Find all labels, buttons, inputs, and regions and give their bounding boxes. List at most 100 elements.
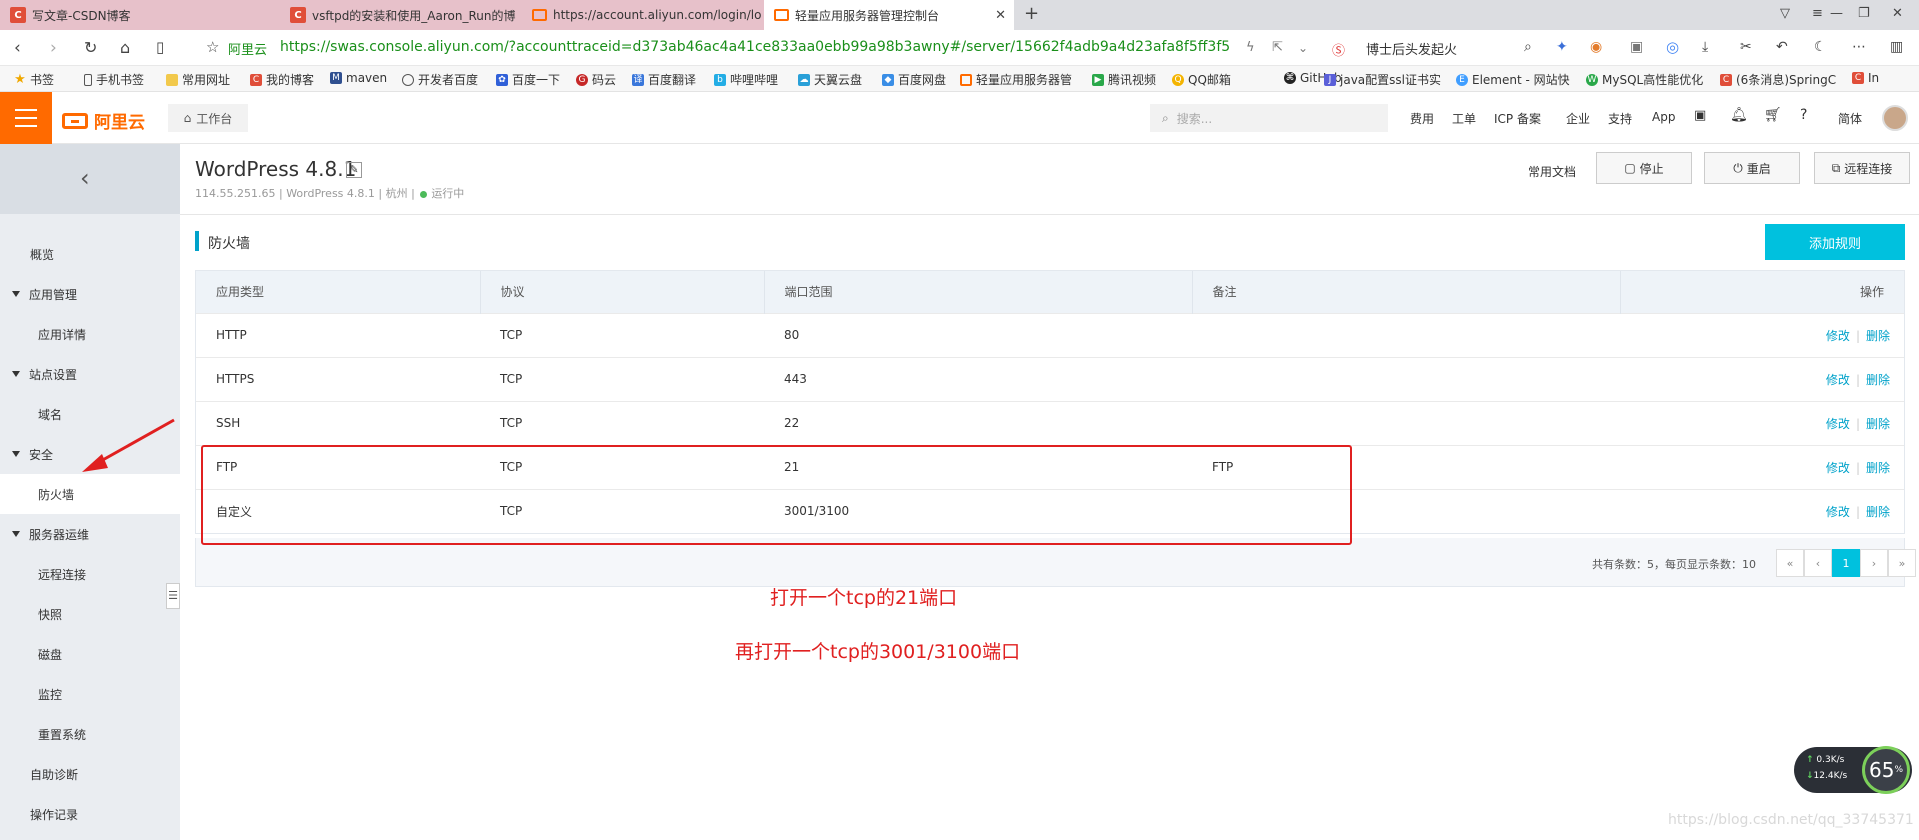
back-icon[interactable]: ‹ (14, 38, 21, 58)
avatar[interactable] (1882, 105, 1908, 131)
sidebar-item-remote-connect[interactable]: 远程连接 (0, 554, 180, 594)
lightning-icon[interactable]: ϟ (1246, 40, 1255, 55)
delete-link[interactable]: 删除 (1866, 505, 1890, 519)
search-icon[interactable]: ⌕ (1524, 39, 1532, 55)
sidebar-item-snapshot[interactable]: 快照 (0, 594, 180, 634)
bookmark-item[interactable]: G 码云 (576, 71, 616, 88)
undo-icon[interactable]: ↶ (1776, 39, 1788, 55)
bell-icon[interactable]: 🔔︎ (1730, 107, 1748, 123)
edit-link[interactable]: 修改 (1826, 373, 1850, 387)
menu-icon[interactable] (0, 92, 52, 144)
nav-icp[interactable]: ICP 备案 (1494, 110, 1541, 127)
restore-icon[interactable]: ❐ (1858, 6, 1870, 21)
minimize-icon[interactable]: — (1830, 6, 1843, 21)
bookmark-item[interactable]: 手机书签 (84, 71, 144, 88)
delete-link[interactable]: 删除 (1866, 461, 1890, 475)
nav-support[interactable]: 支持 (1608, 110, 1632, 127)
reader-icon[interactable]: ▯ (156, 38, 164, 56)
bookmark-item[interactable]: b 哔哩哔哩 (714, 71, 778, 88)
docs-link[interactable]: 常用文档 (1528, 163, 1576, 180)
workbench-button[interactable]: ⌂ 工作台 (168, 104, 248, 132)
url-dropdown-icon[interactable]: ⌄ (1298, 41, 1308, 55)
close-tab-icon[interactable]: ✕ (989, 8, 1006, 23)
sidebar-item-disk[interactable]: 磁盘 (0, 634, 180, 674)
browser-tab-aliyun-login[interactable]: https://account.aliyun.com/login/lo (522, 0, 764, 30)
download-icon[interactable]: ⤓ (1702, 39, 1708, 55)
delete-link[interactable]: 删除 (1866, 417, 1890, 431)
sidebar-collapse-button[interactable]: ‹ (0, 144, 180, 214)
nav-enterprise[interactable]: 企业 (1566, 110, 1590, 127)
sidebar-toggle-icon[interactable]: ▥ (1890, 39, 1903, 55)
page-1-button[interactable]: 1 (1832, 549, 1860, 577)
console-search-input[interactable]: ⌕ 搜索... (1150, 104, 1388, 132)
help-icon[interactable]: ? (1800, 107, 1807, 123)
bookmark-item[interactable]: Mmaven (330, 71, 387, 85)
next-page-button[interactable]: › (1860, 549, 1888, 577)
sidebar-group-app-management[interactable]: 应用管理 (0, 274, 180, 314)
new-tab-icon[interactable]: + (1024, 3, 1039, 24)
menu-lines-icon[interactable]: ≡ (1812, 6, 1823, 21)
share-icon[interactable]: ⇱ (1272, 40, 1283, 55)
restart-button[interactable]: ⏻ 重启 (1704, 152, 1800, 184)
edit-link[interactable]: 修改 (1826, 417, 1850, 431)
scissors-icon[interactable]: ✂ (1740, 39, 1752, 55)
edit-name-icon[interactable]: ✎ (346, 162, 362, 178)
url-input[interactable]: https://swas.console.aliyun.com/?account… (280, 39, 1230, 55)
sidebar-item-app-details[interactable]: 应用详情 (0, 314, 180, 354)
bookmark-item[interactable]: E Element - 网站快 (1456, 71, 1570, 88)
bookmark-item[interactable]: W MySQL高性能优化 (1586, 71, 1703, 88)
bookmark-item[interactable]: Q QQ邮箱 (1172, 71, 1231, 88)
cart-icon[interactable]: 🛒︎ (1764, 107, 1782, 123)
home-icon[interactable]: ⌂ (120, 38, 130, 57)
bookmark-item[interactable]: ◆ 百度网盘 (882, 71, 946, 88)
extension-bird-icon[interactable]: ✦ (1556, 39, 1568, 55)
bookmark-item[interactable]: ★ 书签 (14, 71, 54, 88)
bookmark-item[interactable]: C 我的博客 (250, 71, 314, 88)
delete-link[interactable]: 删除 (1866, 373, 1890, 387)
bookmark-item[interactable]: 常用网址 (166, 71, 230, 88)
sidebar-item-firewall[interactable]: 防火墙 (0, 474, 180, 514)
pin-icon[interactable]: ▽ (1780, 6, 1790, 21)
close-window-icon[interactable]: ✕ (1892, 6, 1903, 21)
search-engine-icon[interactable]: Ⓢ (1332, 40, 1345, 59)
nav-tickets[interactable]: 工单 (1452, 110, 1476, 127)
night-mode-icon[interactable]: ☾ (1814, 39, 1827, 55)
sidebar-item-self-diagnosis[interactable]: 自助诊断 (0, 754, 180, 794)
forward-icon[interactable]: › (50, 38, 57, 58)
remote-connect-button[interactable]: ⧉ 远程连接 (1814, 152, 1910, 184)
extension-box-icon[interactable]: ▣ (1630, 39, 1643, 55)
aliyun-logo[interactable]: 阿里云 (62, 108, 145, 133)
browser-tab-vsftpd[interactable]: C vsftpd的安装和使用_Aaron_Run的博 (280, 0, 522, 30)
network-speed-widget[interactable]: ↑ 0.3K/s ↓12.4K/s 65% (1794, 746, 1912, 794)
stop-button[interactable]: ▢ 停止 (1596, 152, 1692, 184)
bookmark-item[interactable]: C In (1852, 71, 1879, 85)
bookmark-item[interactable]: ✿ 百度一下 (496, 71, 560, 88)
browser-tab-csdn-write[interactable]: C 写文章-CSDN博客 (0, 0, 280, 30)
sidebar-item-monitor[interactable]: 监控 (0, 674, 180, 714)
edit-link[interactable]: 修改 (1826, 461, 1850, 475)
first-page-button[interactable]: « (1776, 549, 1804, 577)
bookmark-item[interactable]: 译百度翻译 (632, 71, 696, 88)
language-switch[interactable]: 简体 (1838, 110, 1862, 127)
prev-page-button[interactable]: ‹ (1804, 549, 1832, 577)
edit-link[interactable]: 修改 (1826, 505, 1850, 519)
sidebar-drag-handle[interactable]: ☰ (166, 583, 180, 609)
sidebar-item-operation-log[interactable]: 操作记录 (0, 794, 180, 834)
chrome-icon[interactable]: ◎ (1666, 38, 1679, 56)
bookmark-item[interactable]: 轻量应用服务器管 (960, 71, 1072, 88)
bookmark-item[interactable]: ▶ 腾讯视频 (1092, 71, 1156, 88)
delete-link[interactable]: 删除 (1866, 329, 1890, 343)
last-page-button[interactable]: » (1888, 549, 1916, 577)
bookmark-item[interactable]: Jjava配置ssl证书实 (1324, 71, 1441, 88)
sidebar-group-site-settings[interactable]: 站点设置 (0, 354, 180, 394)
bookmark-item[interactable]: 开发者百度 (402, 71, 478, 88)
add-rule-button[interactable]: 添加规则 (1765, 224, 1905, 260)
bookmark-item[interactable]: C (6条消息)SpringC (1720, 71, 1836, 88)
browser-tab-swas-console[interactable]: 轻量应用服务器管理控制台 ✕ (764, 0, 1014, 30)
sidebar-group-server-ops[interactable]: 服务器运维 (0, 514, 180, 554)
extension-game-icon[interactable]: ◉ (1590, 39, 1602, 55)
more-icon[interactable]: ⋯ (1852, 39, 1866, 55)
terminal-icon[interactable]: ▣ (1694, 108, 1706, 123)
sidebar-item-overview[interactable]: 概览 (0, 234, 180, 274)
edit-link[interactable]: 修改 (1826, 329, 1850, 343)
